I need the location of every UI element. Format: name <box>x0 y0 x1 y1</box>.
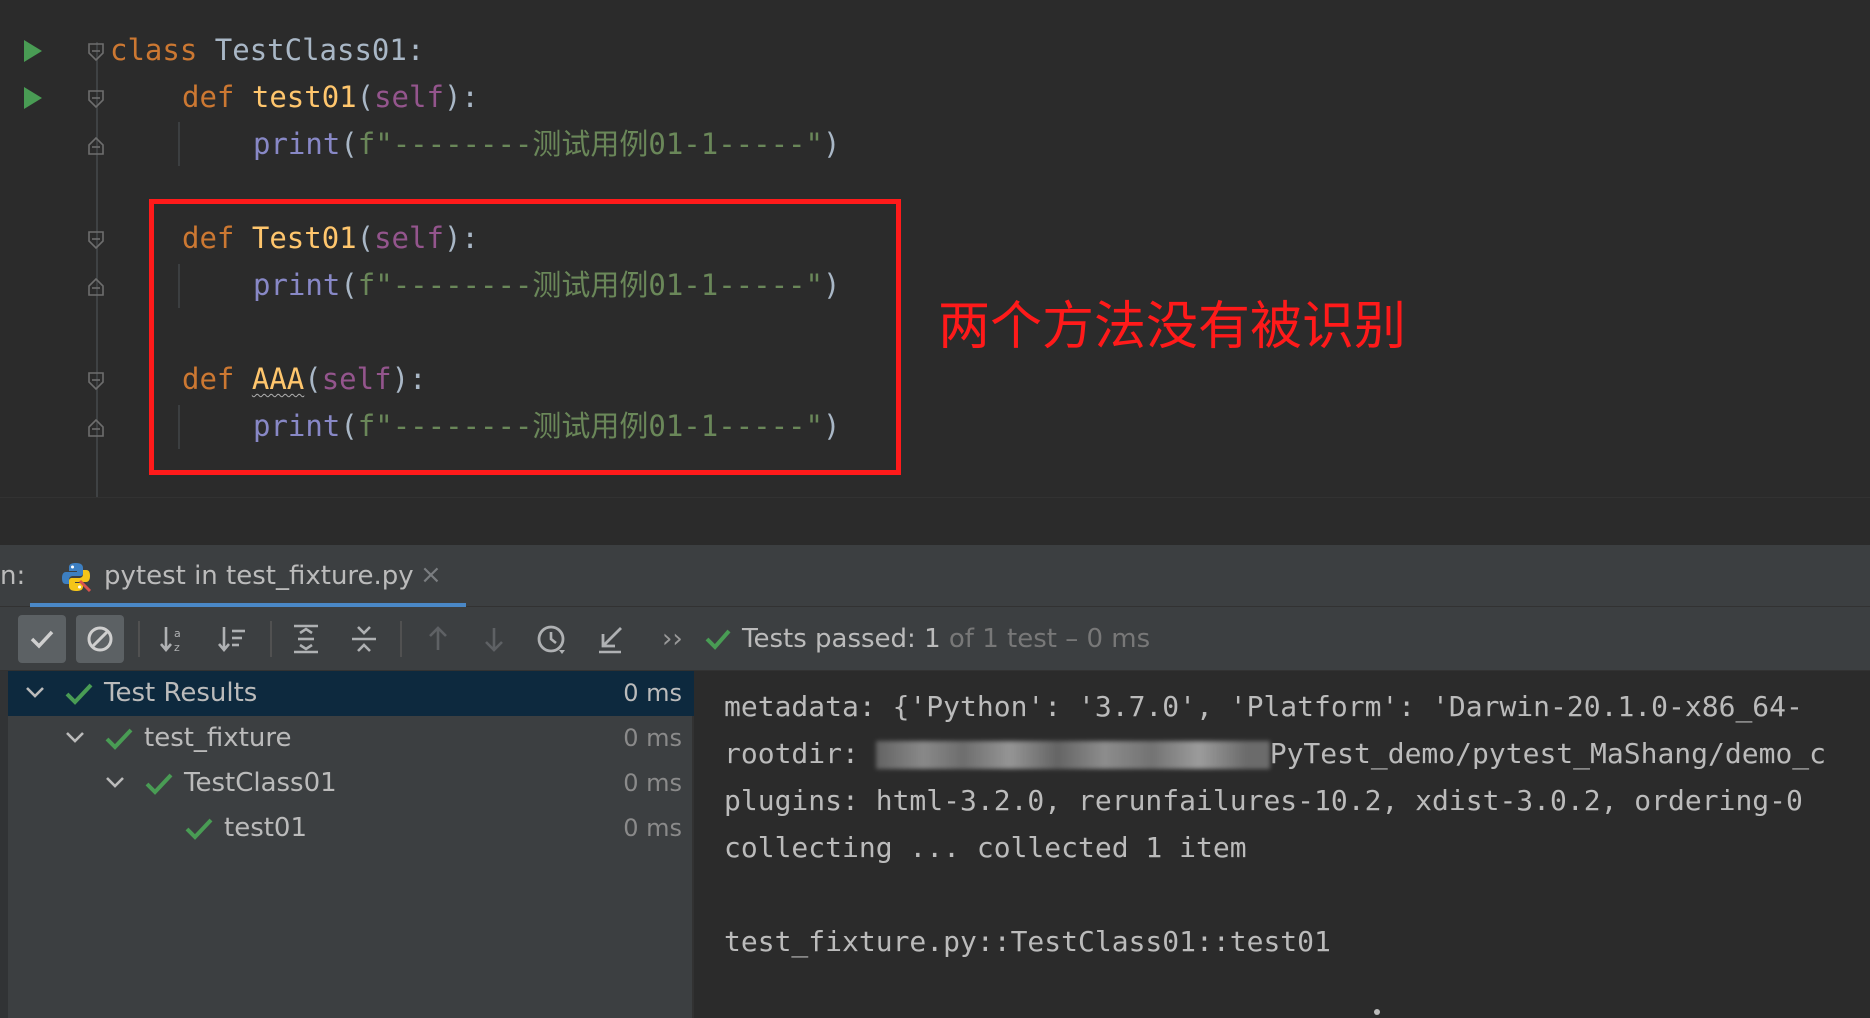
console-line-plugins: plugins: html-3.2.0, rerunfailures-10.2,… <box>724 784 1803 817</box>
python-icon <box>60 561 92 593</box>
more-actions-button[interactable]: ›› <box>662 607 683 671</box>
test-results-tree[interactable]: Test Results 0 ms test_fixture 0 ms Test… <box>8 671 694 1018</box>
code-line-class[interactable]: class TestClass01: <box>110 27 424 74</box>
tree-label: test_fixture <box>144 723 292 753</box>
fold-open-icon[interactable] <box>86 42 106 62</box>
code-editor[interactable]: class TestClass01: def test01(self): pri… <box>0 0 1870 497</box>
fold-open-icon[interactable] <box>86 230 106 250</box>
class-name: TestClass01 <box>197 33 407 67</box>
run-test-icon[interactable] <box>24 87 42 109</box>
tree-item-testclass01[interactable]: TestClass01 0 ms <box>8 761 694 806</box>
code-line-def-test01[interactable]: def test01(self): <box>182 74 479 121</box>
show-ignored-button[interactable] <box>76 615 124 663</box>
colon: : <box>406 33 425 67</box>
arrow-down-icon <box>485 628 503 652</box>
import-tests-button[interactable] <box>586 615 634 663</box>
status-prefix: Tests passed: <box>742 624 925 654</box>
tree-label: TestClass01 <box>184 768 337 798</box>
console-line-collecting: collecting ... collected 1 item <box>724 831 1247 864</box>
status-count: 1 <box>924 624 941 654</box>
check-icon <box>30 630 54 649</box>
left-tool-strip <box>0 671 8 1018</box>
toolbar-separator <box>270 621 272 657</box>
method-name: test01 <box>251 80 357 114</box>
chevron-down-icon[interactable] <box>22 679 48 705</box>
next-failed-button[interactable] <box>470 615 518 663</box>
collapse-all-button[interactable] <box>340 615 388 663</box>
string-literal: f"--------测试用例01-1-----" <box>357 127 823 161</box>
previous-failed-button[interactable] <box>414 615 462 663</box>
expand-all-button[interactable] <box>282 615 330 663</box>
tree-duration: 0 ms <box>623 724 682 752</box>
run-class-icon[interactable] <box>24 40 42 62</box>
rootdir-prefix: rootdir: <box>724 737 876 770</box>
console-output[interactable]: metadata: {'Python': '3.7.0', 'Platform'… <box>694 671 1870 1018</box>
tree-duration: 0 ms <box>623 769 682 797</box>
svg-text:a: a <box>174 627 181 640</box>
fold-close-icon[interactable] <box>86 418 106 438</box>
check-icon <box>145 773 173 795</box>
check-icon <box>185 818 213 840</box>
param-self: self <box>374 80 444 114</box>
console-line-test-id: test_fixture.py::TestClass01::test01 <box>724 925 1331 958</box>
ignored-icon <box>87 626 113 652</box>
fold-open-icon[interactable] <box>86 371 106 391</box>
sort-alpha-icon: az <box>160 627 181 654</box>
chevron-down-icon[interactable] <box>102 769 128 795</box>
tree-label: test01 <box>224 813 308 843</box>
highlight-box <box>149 199 901 475</box>
sort-duration-icon <box>218 627 245 653</box>
console-line-rootdir: rootdir: PyTest_demo/pytest_MaShang/demo… <box>724 730 1826 777</box>
close-icon[interactable]: × <box>420 545 442 607</box>
test-runner-toolbar: az ›› Tests passed: 1 of 1 test – 0 ms <box>0 607 1870 671</box>
tree-item-test-fixture[interactable]: test_fixture 0 ms <box>8 716 694 761</box>
fold-close-icon[interactable] <box>86 136 106 156</box>
clock-icon <box>537 625 565 654</box>
import-icon <box>599 627 622 654</box>
expand-all-icon <box>294 624 318 654</box>
test-status-text: Tests passed: 1 of 1 test – 0 ms <box>742 607 1150 671</box>
collapse-all-icon <box>352 626 376 652</box>
tab-pytest[interactable]: pytest in test_fixture.py × <box>30 545 466 607</box>
run-tool-window-header: n: pytest in test_fixture.py × <box>0 545 1870 607</box>
tree-item-test-results[interactable]: Test Results 0 ms <box>8 671 694 716</box>
builtin-print: print <box>253 127 341 161</box>
code-line-print[interactable]: print(f"--------测试用例01-1-----") <box>253 121 840 168</box>
keyword-def: def <box>182 80 235 114</box>
test-history-button[interactable] <box>528 615 576 663</box>
tree-label: Test Results <box>104 678 258 708</box>
toolbar-separator <box>400 621 402 657</box>
check-icon <box>105 728 133 750</box>
arrow-up-icon <box>429 626 447 650</box>
status-suffix: of 1 test – 0 ms <box>940 624 1151 654</box>
annotation-text: 两个方法没有被识别 <box>938 297 1407 357</box>
blurred-path <box>875 741 1270 769</box>
console-cursor <box>1374 1009 1380 1015</box>
check-icon <box>65 683 93 705</box>
svg-text:z: z <box>174 641 180 654</box>
check-icon <box>705 629 731 650</box>
sort-alphabetically-button[interactable]: az <box>150 615 198 663</box>
tree-duration: 0 ms <box>623 814 682 842</box>
indent-guide <box>178 122 180 166</box>
tab-title: pytest in test_fixture.py <box>104 561 414 591</box>
tree-duration: 0 ms <box>623 679 682 707</box>
toolbar-separator <box>138 621 140 657</box>
keyword-class: class <box>110 33 198 67</box>
editor-footer <box>0 497 1870 545</box>
tree-item-test01[interactable]: test01 0 ms <box>8 806 694 851</box>
run-label: n: <box>0 561 26 591</box>
fold-close-icon[interactable] <box>86 277 106 297</box>
show-passed-button[interactable] <box>18 615 66 663</box>
chevron-down-icon[interactable] <box>62 724 88 750</box>
sort-by-duration-button[interactable] <box>208 615 256 663</box>
rootdir-suffix: PyTest_demo/pytest_MaShang/demo_c <box>1269 737 1827 770</box>
console-line-metadata: metadata: {'Python': '3.7.0', 'Platform'… <box>724 690 1803 723</box>
fold-open-icon[interactable] <box>86 89 106 109</box>
